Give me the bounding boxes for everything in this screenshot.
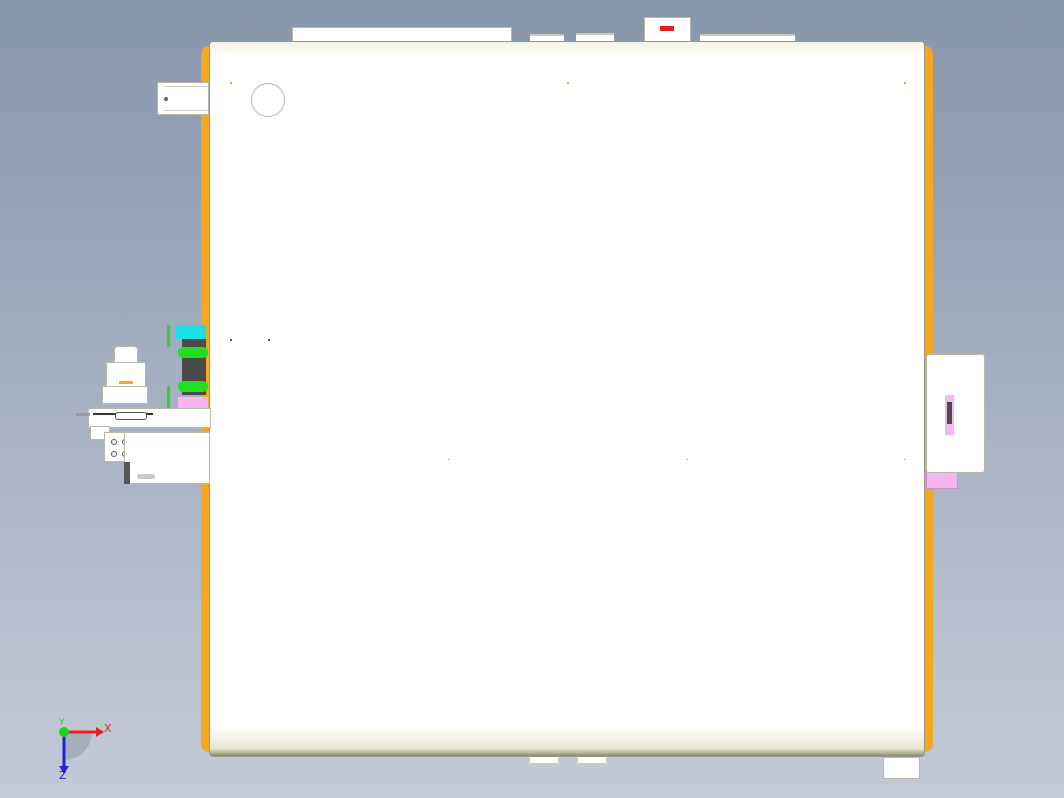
top-sensor-block [644,17,691,42]
top-bar-part [292,27,512,42]
axis-label-y: Y [59,718,65,728]
rail-tip [76,413,90,416]
green-roller-lower [178,381,208,392]
bottom-clamp-right [578,757,606,765]
red-indicator [660,26,674,31]
axis-label-x: X [104,722,112,735]
main-panel[interactable] [209,41,925,757]
coordinate-triad: X Y Z [52,718,122,782]
bottom-clamp-left [530,757,558,765]
right-side-box [926,354,985,473]
left-top-bracket [157,82,209,115]
motor-flange [102,386,148,404]
lower-bracket-edge [124,462,130,484]
panel-circle-hole [251,83,285,117]
left-mechanism [76,320,211,486]
bracket-hole [164,97,168,101]
right-slot [947,402,952,424]
motor-body [106,362,146,388]
cad-viewport[interactable]: X Y Z [0,0,1064,798]
green-pin-lower [167,386,170,408]
cyan-block [176,325,206,339]
horizontal-rail [88,408,211,428]
bottom-foot [883,757,920,779]
lower-bracket [124,432,210,484]
axis-label-z: Z [59,769,67,782]
green-pin-upper [167,325,170,347]
green-roller-upper [178,347,208,358]
